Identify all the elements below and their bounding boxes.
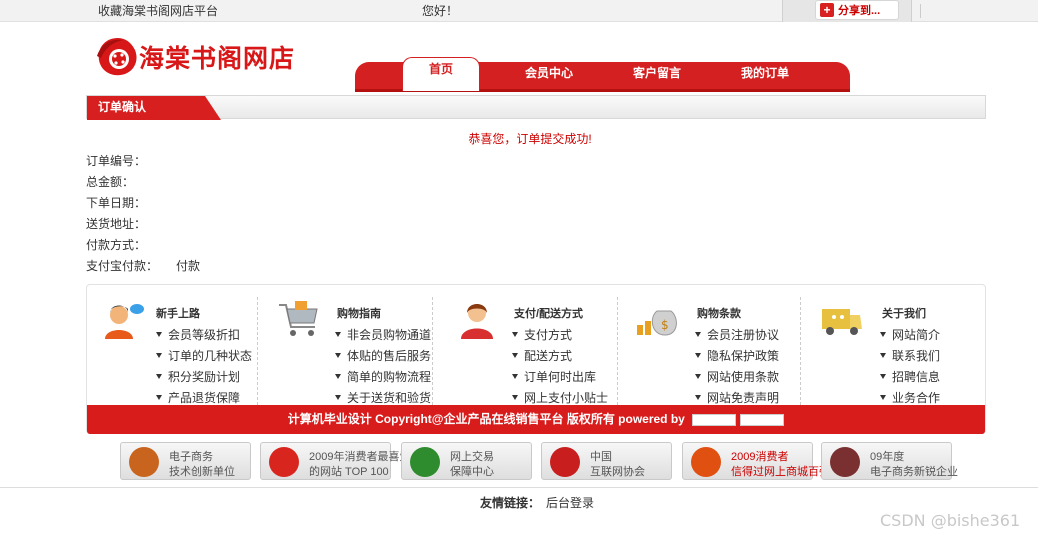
order-field-number: 订单编号： [86, 154, 147, 168]
help-link[interactable]: 简单的购物流程 [335, 367, 431, 388]
help-link[interactable]: 订单何时出库 [512, 367, 608, 388]
order-field-address: 送货地址： [86, 217, 147, 231]
trust-seal-icon [550, 447, 580, 477]
copyright-text: 计算机毕业设计 Copyright@企业产品在线销售平台 版权所有 powere… [287, 412, 685, 426]
help-link[interactable]: 非会员购物通道 [335, 325, 431, 346]
help-link[interactable]: 配送方式 [512, 346, 608, 367]
order-field-total: 总金额： [86, 175, 135, 189]
top100-icon [269, 447, 299, 477]
links-divider [0, 487, 1038, 488]
greeting-text: 您好！ [422, 4, 459, 18]
nav-home[interactable]: 首页 [402, 57, 480, 91]
top-bar: 收藏海棠书阁网店平台 您好！ + 分享到... [0, 0, 1038, 22]
help-link[interactable]: 会员等级折扣 [156, 325, 252, 346]
svg-text:$: $ [661, 318, 669, 332]
help-title: 新手上路 [156, 308, 200, 320]
help-link[interactable]: 招聘信息 [880, 367, 940, 388]
help-title: 购物条款 [697, 308, 741, 320]
divider [920, 4, 921, 18]
main-nav: 首页 会员中心 客户留言 我的订单 [355, 57, 850, 92]
trusted-mall-icon [691, 447, 721, 477]
help-link[interactable]: 支付方式 [512, 325, 608, 346]
nav-my-orders[interactable]: 我的订单 [731, 62, 799, 84]
help-link[interactable]: 网站使用条款 [695, 367, 779, 388]
badge-internet-society[interactable]: 中国 互联网协会 [541, 442, 672, 480]
delivery-truck-icon [822, 309, 862, 335]
badge-trusted-mall[interactable]: 2009消费者 信得过网上商城百强 [682, 442, 830, 480]
support-agent-icon [461, 304, 493, 339]
admin-login-link[interactable]: 后台登录 [546, 496, 594, 510]
share-button[interactable]: + 分享到... [815, 0, 899, 20]
help-title: 购物指南 [337, 308, 381, 320]
nav-messages[interactable]: 客户留言 [623, 62, 691, 84]
badge-top100[interactable]: 2009年消费者最喜爱 的网站 TOP 100 [260, 442, 410, 480]
section-title: 订单确认 [87, 96, 221, 120]
order-info: 订单编号： 总金额： 下单日期： 送货地址： 付款方式： 支付宝付款： 付款 [86, 151, 200, 277]
shopping-cart-icon [279, 301, 318, 336]
flower-logo-icon [97, 38, 137, 76]
badge-trade-protection[interactable]: 网上交易 保障中心 [401, 442, 532, 480]
success-message: 恭喜您，订单提交成功! [468, 132, 592, 146]
column-divider [617, 297, 618, 405]
friend-links-label: 友情链接： [480, 496, 541, 510]
help-link[interactable]: 订单的几种状态 [156, 346, 252, 367]
cnzz-stat-icon[interactable] [740, 413, 785, 426]
badge-ecommerce-innovation[interactable]: 电子商务 技术创新单位 [120, 442, 251, 480]
alipay-pay-link[interactable]: 付款 [176, 256, 200, 277]
column-divider [432, 297, 433, 405]
cnzz-stat-icon[interactable] [692, 413, 737, 426]
badge-new-enterprise[interactable]: 09年度 电子商务新锐企业 [821, 442, 958, 480]
friend-links: 友情链接： 后台登录 [480, 494, 594, 511]
help-link[interactable]: 联系我们 [880, 346, 940, 367]
enterprise-seal-icon [830, 447, 860, 477]
column-divider [257, 297, 258, 405]
order-field-alipay: 支付宝付款： 付款 [86, 256, 200, 277]
help-link[interactable]: 体贴的售后服务 [335, 346, 431, 367]
szis-seal-icon [129, 447, 159, 477]
watermark: CSDN @bishe361 [880, 511, 1021, 530]
order-field-payment: 付款方式： [86, 238, 147, 252]
help-footer: 新手上路 会员等级折扣 订单的几种状态 积分奖励计划 产品退货保障 购物指南 非… [86, 284, 986, 434]
customer-service-icon [105, 304, 144, 339]
share-label: 分享到... [838, 5, 881, 17]
help-link[interactable]: 会员注册协议 [695, 325, 779, 346]
help-title: 关于我们 [882, 308, 926, 320]
help-title: 支付/配送方式 [514, 308, 584, 320]
plus-icon: + [820, 3, 834, 17]
column-divider [800, 297, 801, 405]
site-name: 海棠书阁网店 [139, 44, 296, 73]
help-link[interactable]: 网站简介 [880, 325, 940, 346]
favorite-link[interactable]: 收藏海棠书阁网店平台 [98, 2, 218, 19]
site-logo[interactable]: 海棠书阁网店 [95, 34, 295, 80]
shield-icon [410, 447, 440, 477]
help-link[interactable]: 隐私保护政策 [695, 346, 779, 367]
order-field-date: 下单日期： [86, 196, 147, 210]
section-header: 订单确认 [86, 95, 986, 120]
help-link[interactable]: 积分奖励计划 [156, 367, 252, 388]
money-bag-icon: $ [637, 310, 677, 336]
nav-member-center[interactable]: 会员中心 [515, 62, 583, 84]
copyright-bar: 计算机毕业设计 Copyright@企业产品在线销售平台 版权所有 powere… [87, 405, 985, 434]
